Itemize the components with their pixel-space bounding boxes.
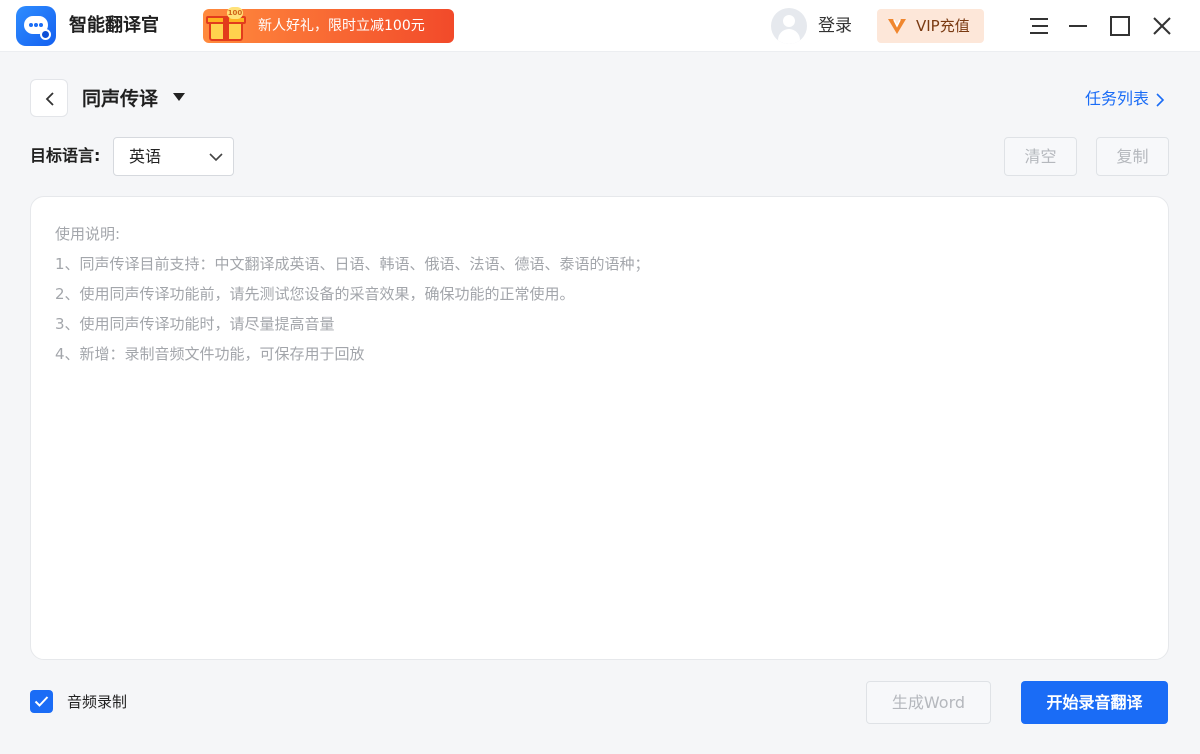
audio-record-checkbox[interactable] <box>30 690 53 713</box>
back-button[interactable] <box>30 79 68 117</box>
gift-box-icon: 100 <box>205 7 251 43</box>
user-avatar-icon[interactable] <box>771 8 807 44</box>
app-logo-icon <box>16 6 56 46</box>
checkmark-icon <box>34 696 49 707</box>
task-list-link[interactable]: 任务列表 <box>1085 86 1165 112</box>
login-link[interactable]: 登录 <box>818 13 852 39</box>
vip-recharge-button[interactable]: VIP充值 <box>877 9 984 43</box>
chevron-right-icon <box>1156 92 1165 107</box>
copy-button[interactable]: 复制 <box>1096 137 1169 176</box>
instruction-line: 3、使用同声传译功能时，请尽量提高音量 <box>55 315 335 333</box>
instruction-line: 2、使用同声传译功能前，请先测试您设备的采音效果，确保功能的正常使用。 <box>55 285 575 303</box>
chevron-down-icon <box>209 153 223 162</box>
title-bar: 智能翻译官 100 新人好礼，限时立减100元 登录 VIP充值 <box>0 0 1200 52</box>
promo-text: 新人好礼，限时立减100元 <box>258 18 425 34</box>
target-language-value: 英语 <box>129 147 162 166</box>
task-list-label: 任务列表 <box>1085 89 1150 108</box>
mode-title[interactable]: 同声传译 <box>82 85 158 113</box>
instruction-line: 4、新增：录制音频文件功能，可保存用于回放 <box>55 345 365 363</box>
caret-down-icon[interactable] <box>173 93 185 101</box>
minimize-icon[interactable] <box>1062 10 1094 42</box>
promo-banner[interactable]: 100 新人好礼，限时立减100元 <box>203 7 454 43</box>
translation-text-panel[interactable]: 使用说明: 1、同声传译目前支持：中文翻译成英语、日语、韩语、俄语、法语、德语、… <box>30 196 1169 660</box>
hamburger-menu-icon[interactable] <box>1023 10 1055 42</box>
close-icon[interactable] <box>1146 10 1178 42</box>
usage-instructions: 使用说明: 1、同声传译目前支持：中文翻译成英语、日语、韩语、俄语、法语、德语、… <box>55 219 650 369</box>
target-language-label: 目标语言: <box>30 146 101 165</box>
app-name: 智能翻译官 <box>69 15 159 36</box>
chevron-left-icon <box>45 92 54 106</box>
generate-word-button[interactable]: 生成Word <box>866 681 991 724</box>
vip-label: VIP充值 <box>916 17 970 35</box>
maximize-icon[interactable] <box>1104 10 1136 42</box>
clear-button[interactable]: 清空 <box>1004 137 1077 176</box>
instruction-line: 1、同声传译目前支持：中文翻译成英语、日语、韩语、俄语、法语、德语、泰语的语种； <box>55 255 650 273</box>
audio-record-label[interactable]: 音频录制 <box>67 690 127 714</box>
promo-coin-text: 100 <box>227 7 243 19</box>
start-record-translate-button[interactable]: 开始录音翻译 <box>1021 681 1168 724</box>
vip-crown-icon <box>888 19 906 34</box>
instruction-line: 使用说明: <box>55 225 121 243</box>
target-language-select[interactable]: 英语 <box>113 137 234 176</box>
